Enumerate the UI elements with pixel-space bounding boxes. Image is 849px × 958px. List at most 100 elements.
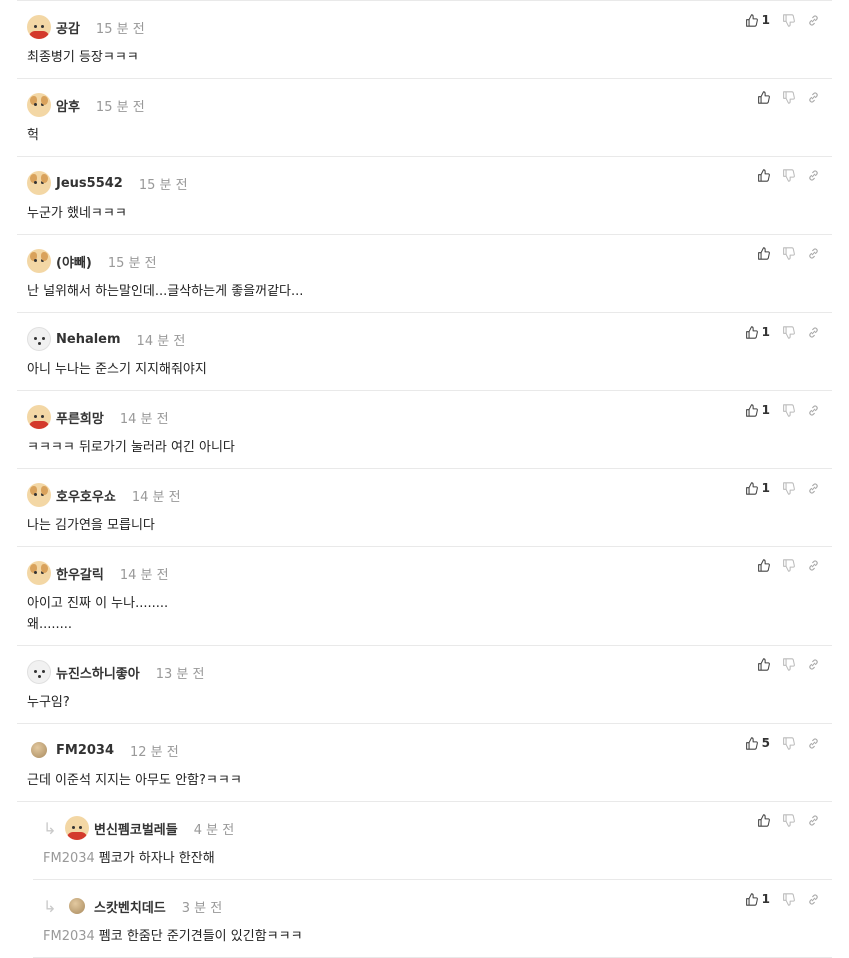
- comment-meta: FM2034 12 분 전: [27, 738, 832, 762]
- thumbs-down-icon: [783, 91, 795, 104]
- avatar-face: [72, 826, 75, 829]
- copy-link-button[interactable]: [807, 169, 820, 182]
- author-nickname[interactable]: (야빼): [56, 252, 92, 271]
- dislike-button[interactable]: [782, 13, 795, 27]
- comment-meta: Jeus5542 15 분 전: [27, 171, 832, 195]
- dislike-button[interactable]: [782, 247, 795, 260]
- avatar[interactable]: [27, 249, 51, 273]
- like-button[interactable]: 1: [745, 481, 770, 495]
- comment-time: 13 분 전: [155, 666, 205, 682]
- author-nickname[interactable]: 암후: [56, 96, 80, 115]
- comment-text: 아니 누나는 준스기 지지해줘야지: [27, 362, 207, 377]
- avatar-face: [34, 415, 37, 418]
- avatar[interactable]: [31, 742, 47, 758]
- copy-link-button[interactable]: [807, 737, 820, 750]
- copy-link-button[interactable]: [807, 247, 820, 260]
- thumbs-down-icon: [783, 169, 795, 182]
- dislike-button[interactable]: [782, 892, 795, 906]
- like-button[interactable]: 1: [745, 13, 770, 27]
- comment-actions: 5: [733, 736, 820, 750]
- like-button[interactable]: 1: [745, 403, 770, 417]
- comment-actions: [745, 658, 820, 671]
- like-button[interactable]: [757, 559, 770, 572]
- like-button[interactable]: [757, 247, 770, 260]
- thumbs-up-icon: [745, 481, 758, 495]
- like-button[interactable]: [757, 169, 770, 182]
- copy-link-button[interactable]: [807, 814, 820, 827]
- comment-meta: 공감 15 분 전: [27, 15, 832, 39]
- avatar[interactable]: [27, 561, 51, 585]
- avatar[interactable]: [27, 171, 51, 195]
- comment-time: 15 분 전: [107, 255, 157, 271]
- avatar[interactable]: [65, 816, 89, 840]
- comment-text: 누구임?: [27, 695, 70, 710]
- comment-actions: 1: [733, 403, 820, 417]
- copy-link-button[interactable]: [807, 482, 820, 495]
- comment-body: 나는 김가연을 모릅니다: [27, 515, 832, 536]
- like-count: 1: [761, 13, 770, 27]
- dislike-button[interactable]: [782, 403, 795, 417]
- dislike-button[interactable]: [782, 325, 795, 339]
- dislike-button[interactable]: [782, 91, 795, 104]
- comment-item: 뉴진스하니좋아 13 분 전 누구임?: [17, 646, 832, 724]
- comment-text: 헉: [27, 128, 39, 143]
- author-nickname[interactable]: 공감: [56, 18, 80, 37]
- dislike-button[interactable]: [782, 736, 795, 750]
- link-icon: [809, 815, 818, 826]
- comment-text: 최종병기 등장ㅋㅋㅋ: [27, 50, 139, 65]
- comment-actions: [745, 814, 820, 827]
- avatar-face: [34, 259, 37, 262]
- like-button[interactable]: [757, 658, 770, 671]
- mention-user[interactable]: FM2034: [43, 851, 95, 866]
- like-count: 1: [761, 892, 770, 906]
- copy-link-button[interactable]: [807, 91, 820, 104]
- author-nickname[interactable]: Nehalem: [56, 332, 121, 347]
- avatar[interactable]: [27, 327, 51, 351]
- avatar[interactable]: [27, 93, 51, 117]
- comment-time: 12 분 전: [130, 744, 179, 760]
- copy-link-button[interactable]: [807, 893, 820, 906]
- author-nickname[interactable]: 변신펨코벌레들: [94, 819, 178, 838]
- like-button[interactable]: [757, 814, 770, 827]
- like-button[interactable]: 1: [745, 892, 770, 906]
- like-button[interactable]: 1: [745, 325, 770, 339]
- comment-time: 15 분 전: [95, 99, 145, 115]
- comment-body: 누군가 했네ㅋㅋㅋ: [27, 203, 832, 224]
- avatar[interactable]: [27, 660, 51, 684]
- avatar[interactable]: [27, 405, 51, 429]
- like-button[interactable]: 5: [745, 736, 770, 750]
- copy-link-button[interactable]: [807, 404, 820, 417]
- comment-item: 공감 15 분 전 최종병기 등장ㅋㅋㅋ 1: [17, 0, 832, 79]
- dislike-button[interactable]: [782, 169, 795, 182]
- dislike-button[interactable]: [782, 481, 795, 495]
- copy-link-button[interactable]: [807, 559, 820, 572]
- copy-link-button[interactable]: [807, 14, 820, 27]
- link-icon: [809, 170, 818, 181]
- copy-link-button[interactable]: [807, 326, 820, 339]
- like-count: 1: [761, 481, 770, 495]
- like-button[interactable]: [757, 91, 770, 104]
- avatar[interactable]: [27, 483, 51, 507]
- comment-meta: Nehalem 14 분 전: [27, 327, 832, 351]
- copy-link-button[interactable]: [807, 658, 820, 671]
- author-nickname[interactable]: 푸른희망: [56, 408, 104, 427]
- avatar[interactable]: [69, 898, 85, 914]
- author-nickname[interactable]: FM2034: [56, 743, 114, 758]
- comment-body: 근데 이준석 지지는 아무도 안함?ㅋㅋㅋ: [27, 770, 832, 791]
- thumbs-up-icon: [758, 559, 770, 572]
- thumbs-down-icon: [783, 559, 795, 572]
- comment-time: 3 분 전: [181, 900, 223, 916]
- dislike-button[interactable]: [782, 814, 795, 827]
- author-nickname[interactable]: Jeus5542: [56, 176, 123, 191]
- comment-text: 펨코가 하자나 한잔해: [98, 851, 215, 866]
- author-nickname[interactable]: 호우호우쇼: [56, 486, 116, 505]
- comment-meta: 암후 15 분 전: [27, 93, 832, 117]
- author-nickname[interactable]: 한우갈릭: [56, 564, 104, 583]
- author-nickname[interactable]: 스캇벤치데드: [94, 897, 166, 916]
- comment-meta: ↳ 변신펨코벌레들 4 분 전: [43, 816, 832, 840]
- dislike-button[interactable]: [782, 559, 795, 572]
- author-nickname[interactable]: 뉴진스하니좋아: [56, 663, 140, 682]
- dislike-button[interactable]: [782, 658, 795, 671]
- mention-user[interactable]: FM2034: [43, 929, 95, 944]
- avatar[interactable]: [27, 15, 51, 39]
